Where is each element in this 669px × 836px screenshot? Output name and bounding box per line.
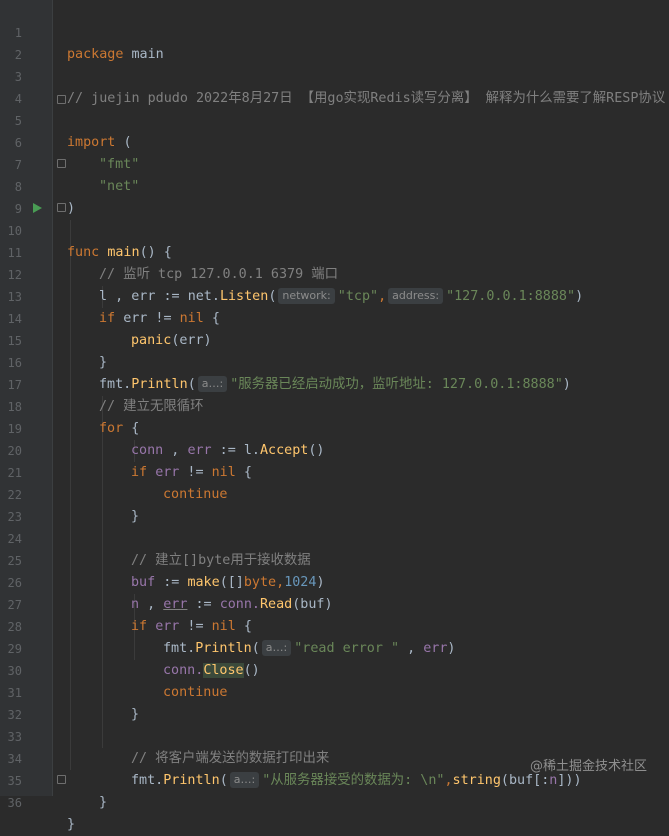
code-line[interactable]: 34 fmt.Println(a…: "从服务器接受的数据为: \n",strin…	[0, 726, 669, 788]
line-number: 36	[7, 796, 22, 810]
code-line[interactable]: 30 continue	[0, 638, 669, 700]
code-line[interactable]: 24 // 建立[]byte用于接收数据	[0, 506, 669, 568]
code-line[interactable]: 17 // 建立无限循环	[0, 352, 669, 414]
code-line[interactable]: 31 }	[0, 660, 669, 722]
code-line[interactable]: 10 func main() {	[0, 198, 669, 260]
code-line[interactable]: 23	[0, 484, 669, 524]
code-line[interactable]: 14 panic(err)	[0, 286, 669, 348]
code-line[interactable]: 3 // juejin pdudo 2022年8月27日 【用go实现Redis…	[0, 44, 669, 106]
code-line[interactable]: 18 for {	[0, 374, 669, 436]
code-line[interactable]: 11 // 监听 tcp 127.0.0.1 6379 端口	[0, 220, 669, 282]
code-line[interactable]: 28 fmt.Println(a…: "read error " , err)	[0, 594, 669, 656]
code-line[interactable]: 33 // 将客户端发送的数据打印出来	[0, 704, 669, 766]
code-line[interactable]: 25 buf := make([]byte,1024)	[0, 528, 669, 590]
code-line[interactable]: 1 package main	[0, 0, 669, 62]
code-line[interactable]: 12 l , err := net.Listen(network: "tcp", a…	[0, 242, 669, 304]
code-line[interactable]: 32	[0, 682, 669, 722]
code-line[interactable]: 19 conn , err := l.Accept()	[0, 396, 669, 458]
code-line[interactable]: 2	[0, 22, 669, 62]
code-line[interactable]: 22 }	[0, 462, 669, 524]
code-line[interactable]: 29 conn.Close()	[0, 616, 669, 678]
code-line[interactable]: 4	[0, 66, 669, 106]
code-line[interactable]: 13 if err != nil {	[0, 264, 669, 326]
code-line[interactable]: 20 if err != nil {	[0, 418, 669, 480]
code-line[interactable]: 7 "net"	[0, 132, 669, 194]
code-line[interactable]: 6 "fmt"	[0, 110, 669, 172]
watermark: @稀土掘金技术社区	[529, 759, 647, 774]
code-line[interactable]: 26 n , err := conn.Read(buf)	[0, 550, 669, 612]
code-line[interactable]: 8 )	[0, 154, 669, 216]
code-line[interactable]: 27 if err != nil {	[0, 572, 669, 634]
code-line[interactable]: 5 import (	[0, 88, 669, 150]
code-line[interactable]: 16 fmt.Println(a…: "服务器已经启动成功，监听地址: 127.0…	[0, 330, 669, 392]
code-line[interactable]: 15 }	[0, 308, 669, 370]
code-line[interactable]: 9	[0, 176, 669, 216]
code-line[interactable]: 21 continue	[0, 440, 669, 502]
